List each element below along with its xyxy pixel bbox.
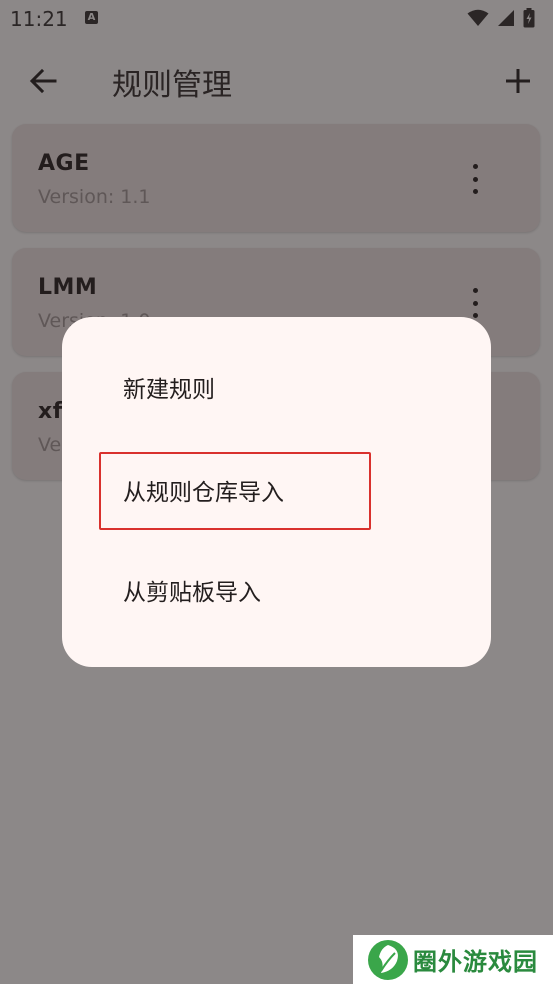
more-options-button[interactable] xyxy=(468,164,482,194)
menu-item-new-rule[interactable]: 新建规则 xyxy=(62,347,491,427)
status-icons xyxy=(467,8,535,28)
watermark: 圈外游戏园 xyxy=(353,935,553,984)
more-vert-icon xyxy=(472,288,478,293)
arrow-left-icon xyxy=(29,68,57,94)
page-title: 规则管理 xyxy=(112,68,232,103)
wifi-icon xyxy=(467,9,489,26)
menu-item-import-from-repository[interactable]: 从规则仓库导入 xyxy=(62,450,491,530)
menu-item-import-from-clipboard[interactable]: 从剪贴板导入 xyxy=(62,550,491,630)
back-button[interactable] xyxy=(22,60,64,102)
rule-card[interactable]: AGE Version: 1.1 xyxy=(12,124,540,232)
menu-item-label: 从规则仓库导入 xyxy=(123,480,284,506)
signal-icon xyxy=(498,10,514,26)
leaf-logo-icon xyxy=(368,939,408,980)
menu-item-label: 从剪贴板导入 xyxy=(123,580,261,606)
status-time: 11:21 xyxy=(10,7,68,31)
battery-icon xyxy=(523,8,535,28)
status-bar: 11:21 A xyxy=(0,0,553,40)
watermark-text: 圈外游戏园 xyxy=(413,948,538,976)
app-bar: 规则管理 xyxy=(0,40,553,120)
more-vert-icon xyxy=(472,164,478,169)
add-rule-dialog: 新建规则 从规则仓库导入 从剪贴板导入 xyxy=(62,317,491,667)
menu-item-label: 新建规则 xyxy=(123,377,215,403)
more-options-button[interactable] xyxy=(468,288,482,318)
plus-icon xyxy=(506,69,530,93)
add-rule-button[interactable] xyxy=(497,60,539,102)
notification-a-icon: A xyxy=(85,11,98,24)
rule-name: LMM xyxy=(38,275,98,300)
rule-name: AGE xyxy=(38,151,90,176)
rule-version: Version: 1.1 xyxy=(38,186,151,208)
